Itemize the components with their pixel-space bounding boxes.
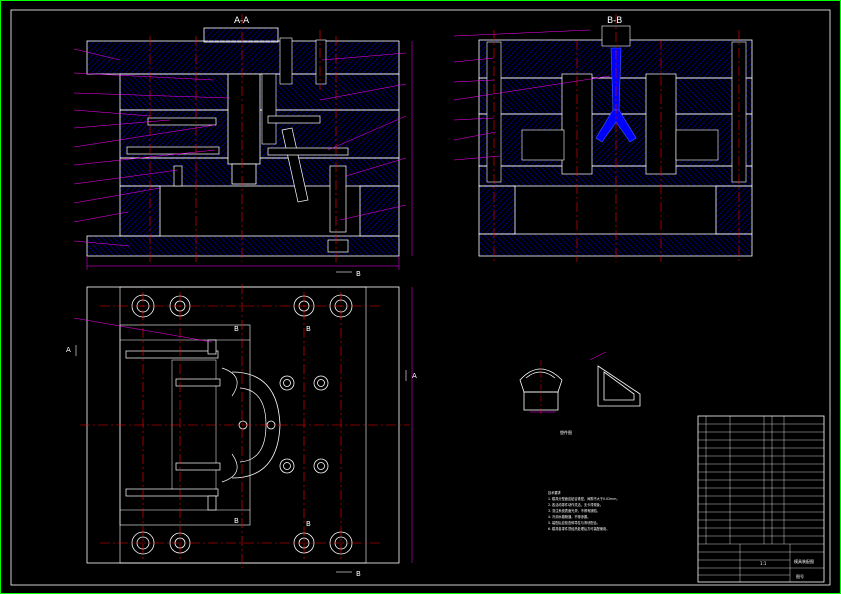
svg-text:B: B [356,270,361,278]
marker-b-top-right: B [306,325,311,333]
side-section-view: B-B [453,14,753,262]
part-label: 塑件图 [560,429,572,435]
mold-assembly-drawing: A-A B B-B A A B B B B B 塑件图 技术要求 1. 模具分型… [0,0,841,594]
spacer-block-left [119,185,161,237]
marker-b-bottom-right: B [306,520,311,528]
side-bottom-clamp [478,233,753,257]
marker-a-right: A [412,372,417,380]
note-line: 3. 浇注系统表面光滑，不得有缺陷。 [548,508,600,513]
marker-b-bottom-left: B [234,517,239,525]
section-arrow-b-front: B [336,270,361,278]
marker-a-left: A [66,346,71,354]
plan-view: A A B B B B B [66,284,417,578]
technical-notes: 技术要求 1. 模具分型面应贴合紧密，间隙不大于0.02mm。 2. 各活动零件… [548,490,620,531]
bottom-clamp-plate [86,235,400,257]
note-line: 1. 模具分型面应贴合紧密，间隙不大于0.02mm。 [548,496,620,501]
section-arrow-b-plan: B [336,570,361,578]
marker-b-top-left: B [234,325,239,333]
side-section-title: B-B [607,16,622,26]
drawing-scale: 1:1 [760,561,767,566]
notes-heading: 技术要求 [548,490,562,495]
title-block: 模具装配图 1:1 图号 [697,415,825,583]
note-line: 5. 装配后应检查斜导柱与滑块配合。 [548,520,600,525]
note-line: 2. 各活动零件动作灵活，无卡滞现象。 [548,502,603,507]
svg-text:B: B [356,570,361,578]
part-drawing [519,351,641,416]
drawing-name: 模具装配图 [794,558,814,564]
front-section-view: A-A B [73,14,413,278]
drawing-sheet-no: 图号 [796,573,804,579]
note-line: 4. 冷却水路畅通，不得渗漏。 [548,514,590,519]
side-spacer-left [478,185,516,235]
side-spacer-right [715,185,753,235]
side-support-plate [478,165,753,187]
note-line: 6. 模具各零件须经热处理后方可装配使用。 [548,526,609,531]
